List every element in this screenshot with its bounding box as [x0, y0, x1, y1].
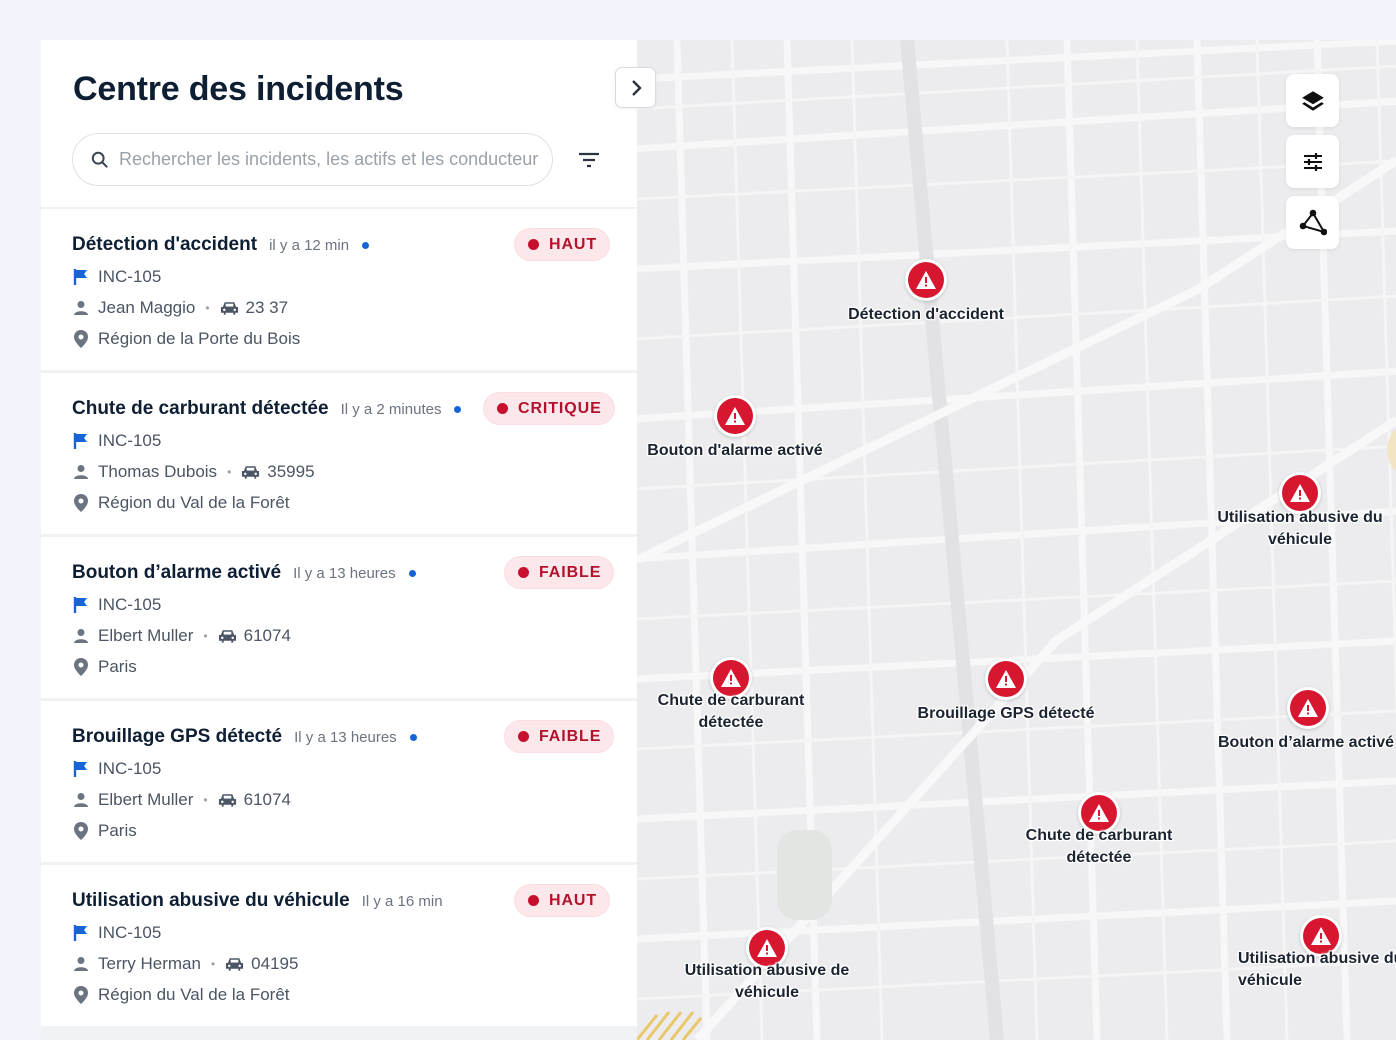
flag-icon [72, 596, 90, 614]
location-pin-icon [72, 494, 90, 512]
severity-badge: HAUT [515, 885, 610, 916]
incident-list: Détection d'accident il y a 12 min HAUT … [41, 209, 637, 1029]
incident-ref: INC-105 [98, 267, 162, 286]
location-pin-icon [72, 986, 90, 1004]
incident-title: Utilisation abusive du véhicule [72, 890, 350, 911]
vehicle-id: 61074 [243, 626, 291, 645]
incident-ref: INC-105 [98, 759, 162, 778]
unread-dot [408, 569, 416, 577]
incident-card[interactable]: Utilisation abusive du véhicule Il y a 1… [41, 865, 637, 1026]
unread-dot [409, 733, 417, 741]
polygon-icon [1299, 209, 1327, 235]
map-marker-label: Brouillage GPS détecté [917, 705, 1095, 722]
incident-card[interactable]: Chute de carburant détectée Il y a 2 min… [41, 373, 637, 534]
map-controls [1286, 74, 1339, 257]
warning-triangle-icon [1287, 687, 1329, 729]
filter-icon [579, 152, 599, 168]
flag-icon [72, 760, 90, 778]
map-marker-label: Chute de carburant détectée [1025, 827, 1173, 866]
vehicle-id: 23 37 [245, 298, 289, 317]
incident-location: Paris [98, 821, 137, 840]
person-icon [72, 300, 90, 316]
layers-button[interactable] [1286, 74, 1339, 127]
warning-triangle-icon [714, 395, 756, 437]
collapse-panel-button[interactable] [615, 67, 656, 108]
person-icon [72, 792, 90, 808]
filter-button[interactable] [575, 147, 603, 173]
severity-badge: HAUT [515, 229, 610, 260]
incident-title: Brouillage GPS détecté [72, 726, 283, 747]
map-marker-label: Bouton d’alarme activé [1218, 734, 1395, 751]
incident-location: Région de la Porte du Bois [98, 329, 301, 348]
driver-name: Jean Maggio [98, 298, 196, 317]
person-icon [72, 628, 90, 644]
incident-time: Il y a 2 minutes [340, 400, 442, 418]
search-icon [91, 151, 108, 168]
layers-icon [1301, 90, 1324, 111]
car-icon [241, 464, 260, 480]
flag-icon [72, 268, 90, 286]
incident-title: Chute de carburant détectée [72, 398, 329, 419]
warning-triangle-icon [985, 658, 1027, 700]
incident-ref: INC-105 [98, 923, 162, 942]
severity-badge: FAIBLE [505, 557, 614, 588]
map-marker-label: Chute de carburant détectée [657, 692, 805, 731]
flag-icon [72, 432, 90, 450]
location-pin-icon [72, 822, 90, 840]
driver-name: Elbert Muller [98, 790, 194, 809]
incident-card[interactable]: Bouton d’alarme activé Il y a 13 heures … [41, 537, 637, 698]
warning-triangle-icon [905, 259, 947, 301]
incident-title: Bouton d’alarme activé [72, 562, 282, 583]
chevron-right-icon [631, 79, 642, 96]
unread-dot [362, 241, 370, 249]
incident-map[interactable]: Détection d'accident Bouton d'alarme act… [637, 40, 1396, 1040]
car-icon [218, 792, 237, 808]
incident-card[interactable]: Brouillage GPS détecté Il y a 13 heures … [41, 701, 637, 862]
location-pin-icon [72, 658, 90, 676]
severity-badge: FAIBLE [505, 721, 614, 752]
map-settings-button[interactable] [1286, 135, 1339, 188]
incident-title: Détection d'accident [72, 234, 258, 255]
vehicle-id: 61074 [243, 790, 291, 809]
map-marker-label: Utilisation abusive de véhicule [684, 962, 850, 1001]
flag-icon [72, 924, 90, 942]
map-marker-label: Utilisation abusive du véhicule [1238, 950, 1396, 989]
map-marker-label: Détection d'accident [848, 306, 1004, 323]
panel-header: Centre des incidents [41, 40, 637, 207]
incident-panel: Centre des incidents Détection d'acciden… [41, 40, 637, 1040]
driver-name: Thomas Dubois [98, 462, 218, 481]
vehicle-id: 04195 [251, 954, 299, 973]
search-input[interactable] [119, 149, 539, 170]
incident-time: Il y a 13 heures [293, 564, 396, 582]
incident-location: Paris [98, 657, 137, 676]
unread-dot [454, 405, 462, 413]
sliders-icon [1303, 152, 1322, 171]
map-marker-label: Bouton d'alarme activé [647, 442, 823, 459]
incident-ref: INC-105 [98, 595, 162, 614]
incident-location: Région du Val de la Forêt [98, 985, 290, 1004]
draw-area-button[interactable] [1286, 196, 1339, 249]
driver-name: Elbert Muller [98, 626, 194, 645]
incident-time: il y a 12 min [269, 236, 350, 254]
incident-time: Il y a 13 heures [294, 728, 397, 746]
car-icon [218, 628, 237, 644]
person-icon [72, 956, 90, 972]
map-marker-label: Utilisation abusive du véhicule [1217, 509, 1383, 548]
severity-badge: CRITIQUE [484, 393, 614, 424]
location-pin-icon [72, 330, 90, 348]
vehicle-id: 35995 [267, 462, 315, 481]
incident-ref: INC-105 [98, 431, 162, 450]
incident-location: Région du Val de la Forêt [98, 493, 290, 512]
incident-card[interactable]: Détection d'accident il y a 12 min HAUT … [41, 209, 637, 370]
person-icon [72, 464, 90, 480]
car-icon [220, 300, 239, 316]
incident-time: Il y a 16 min [361, 892, 443, 910]
page-title: Centre des incidents [73, 70, 404, 108]
driver-name: Terry Herman [98, 954, 201, 973]
car-icon [225, 956, 244, 972]
search-box[interactable] [72, 133, 553, 186]
